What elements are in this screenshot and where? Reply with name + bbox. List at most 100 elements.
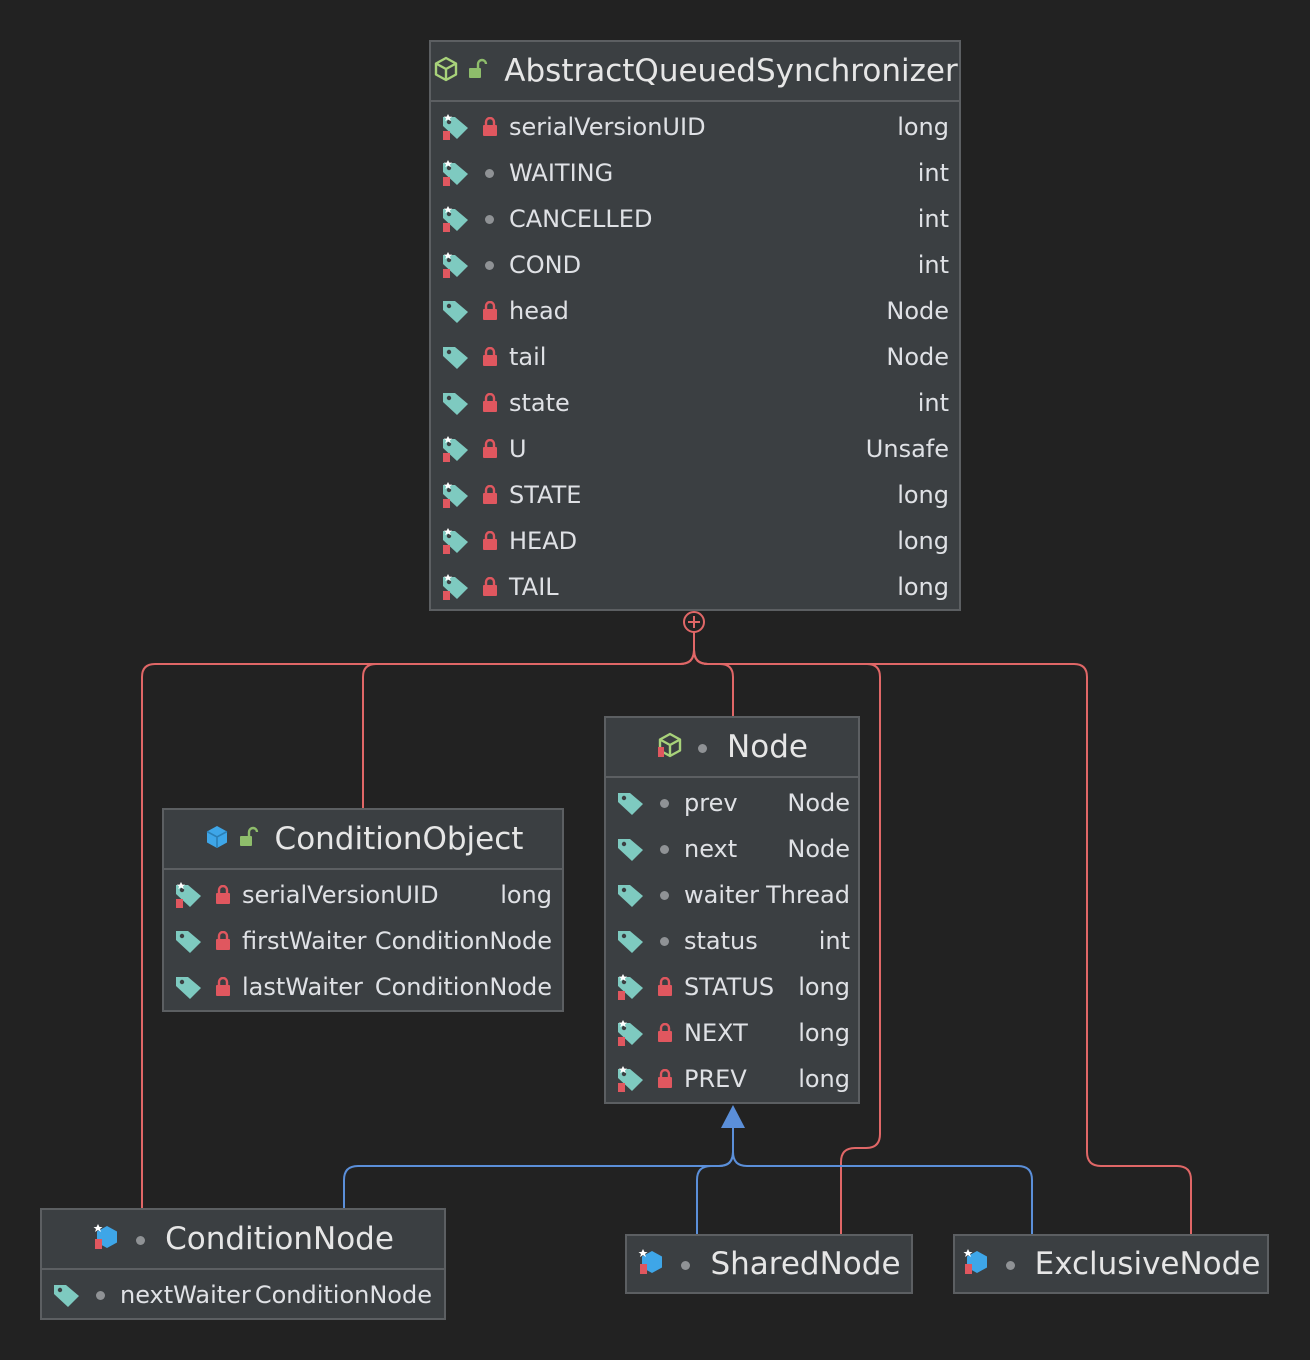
field-row-serialversionuid[interactable]: serialVersionUID long — [164, 872, 562, 918]
field-name: serialVersionUID — [242, 881, 439, 909]
class-title: ConditionNode — [165, 1221, 394, 1257]
field-type: long — [798, 1019, 850, 1047]
field-name: STATE — [509, 481, 582, 509]
field-row-u[interactable]: U Unsafe — [431, 426, 959, 472]
field-row-tail[interactable]: TAIL long — [431, 564, 959, 610]
static-field-icon — [616, 973, 646, 1001]
field-row-cond[interactable]: COND int — [431, 242, 959, 288]
static-field-icon — [441, 481, 471, 509]
field-name: U — [509, 435, 527, 463]
class-title: ExclusiveNode — [1034, 1246, 1261, 1282]
class-icon — [203, 823, 231, 855]
field-row-next[interactable]: next Node — [606, 826, 858, 872]
inheritance-arrowhead — [721, 1105, 745, 1128]
field-type: Node — [886, 297, 949, 325]
class-box-conditionnode[interactable]: ConditionNode nextWaiter ConditionNode — [40, 1208, 446, 1320]
package-private-dot-icon — [92, 1285, 105, 1304]
static-field-icon — [441, 527, 471, 555]
field-name: lastWaiter — [242, 973, 363, 1001]
field-row-waiter[interactable]: waiter Thread — [606, 872, 858, 918]
class-header: Node — [606, 718, 858, 778]
private-lock-icon — [481, 530, 499, 555]
class-header: ExclusiveNode — [955, 1236, 1267, 1292]
class-title: SharedNode — [710, 1246, 901, 1282]
private-lock-icon — [481, 438, 499, 463]
field-type: Unsafe — [865, 435, 949, 463]
class-box-conditionobject[interactable]: ConditionObject serialVersionUID long firs… — [162, 808, 564, 1012]
class-header: ConditionNode — [42, 1210, 444, 1270]
field-type: long — [798, 973, 850, 1001]
class-box-node[interactable]: Node prev Node next Node waiter Thread status i… — [604, 716, 860, 1104]
field-icon — [616, 835, 646, 863]
package-private-dot-icon — [481, 209, 494, 228]
field-name: NEXT — [684, 1019, 748, 1047]
field-list: serialVersionUID long firstWaiter Condition… — [164, 870, 562, 1010]
field-icon — [52, 1281, 82, 1309]
class-box-sharednode[interactable]: SharedNode — [625, 1234, 913, 1294]
field-row-cancelled[interactable]: CANCELLED int — [431, 196, 959, 242]
field-name: PREV — [684, 1065, 747, 1093]
field-type: long — [798, 1065, 850, 1093]
edge-sharednode-node — [696, 1151, 734, 1236]
field-row-next[interactable]: NEXT long — [606, 1010, 858, 1056]
field-row-waiting[interactable]: WAITING int — [431, 150, 959, 196]
field-row-status[interactable]: STATUS long — [606, 964, 858, 1010]
private-lock-icon — [481, 484, 499, 509]
field-row-serialversionuid[interactable]: serialVersionUID long — [431, 104, 959, 150]
field-list: nextWaiter ConditionNode — [42, 1270, 444, 1318]
private-lock-icon — [656, 976, 674, 1001]
field-row-tail[interactable]: tail Node — [431, 334, 959, 380]
static-field-icon — [441, 205, 471, 233]
class-title: ConditionObject — [274, 821, 524, 857]
field-type: Node — [886, 343, 949, 371]
field-row-state[interactable]: STATE long — [431, 472, 959, 518]
static-class-icon — [92, 1222, 122, 1256]
field-type: ConditionNode — [254, 1281, 432, 1309]
field-type: int — [917, 251, 949, 279]
field-icon — [616, 927, 646, 955]
private-lock-icon — [214, 930, 232, 955]
field-row-nextwaiter[interactable]: nextWaiter ConditionNode — [42, 1272, 444, 1318]
field-icon — [441, 389, 471, 417]
field-row-firstwaiter[interactable]: firstWaiter ConditionNode — [164, 918, 562, 964]
field-type: int — [917, 205, 949, 233]
abstract-class-icon — [656, 731, 684, 763]
field-row-prev[interactable]: prev Node — [606, 780, 858, 826]
field-name: WAITING — [509, 159, 614, 187]
field-name: firstWaiter — [242, 927, 367, 955]
package-private-dot-icon — [681, 1255, 691, 1274]
field-icon — [616, 789, 646, 817]
field-icon — [441, 343, 471, 371]
package-private-dot-icon — [698, 738, 708, 757]
field-type: long — [897, 481, 949, 509]
class-box-aqs[interactable]: AbstractQueuedSynchronizer serialVersion… — [429, 40, 961, 611]
field-icon — [441, 297, 471, 325]
field-name: state — [509, 389, 570, 417]
package-private-dot-icon — [656, 793, 669, 812]
field-name: STATUS — [684, 973, 775, 1001]
field-icon — [174, 927, 204, 955]
field-type: long — [897, 113, 949, 141]
package-private-dot-icon — [656, 839, 669, 858]
field-row-state[interactable]: state int — [431, 380, 959, 426]
private-lock-icon — [481, 116, 499, 141]
class-header: AbstractQueuedSynchronizer — [431, 42, 959, 102]
field-row-status[interactable]: status int — [606, 918, 858, 964]
field-row-head[interactable]: HEAD long — [431, 518, 959, 564]
private-lock-icon — [481, 392, 499, 417]
field-type: ConditionNode — [374, 927, 552, 955]
field-type: Thread — [766, 881, 850, 909]
static-field-icon — [441, 251, 471, 279]
field-name: waiter — [684, 881, 760, 909]
private-lock-icon — [214, 976, 232, 1001]
field-name: status — [684, 927, 758, 955]
field-row-head[interactable]: head Node — [431, 288, 959, 334]
field-list: prev Node next Node waiter Thread status int STA… — [606, 778, 858, 1102]
field-row-prev[interactable]: PREV long — [606, 1056, 858, 1102]
class-box-exclusivenode[interactable]: ExclusiveNode — [953, 1234, 1269, 1294]
field-row-lastwaiter[interactable]: lastWaiter ConditionNode — [164, 964, 562, 1010]
field-type: int — [917, 389, 949, 417]
field-type: ConditionNode — [374, 973, 552, 1001]
package-private-dot-icon — [136, 1230, 146, 1249]
field-type: int — [917, 159, 949, 187]
